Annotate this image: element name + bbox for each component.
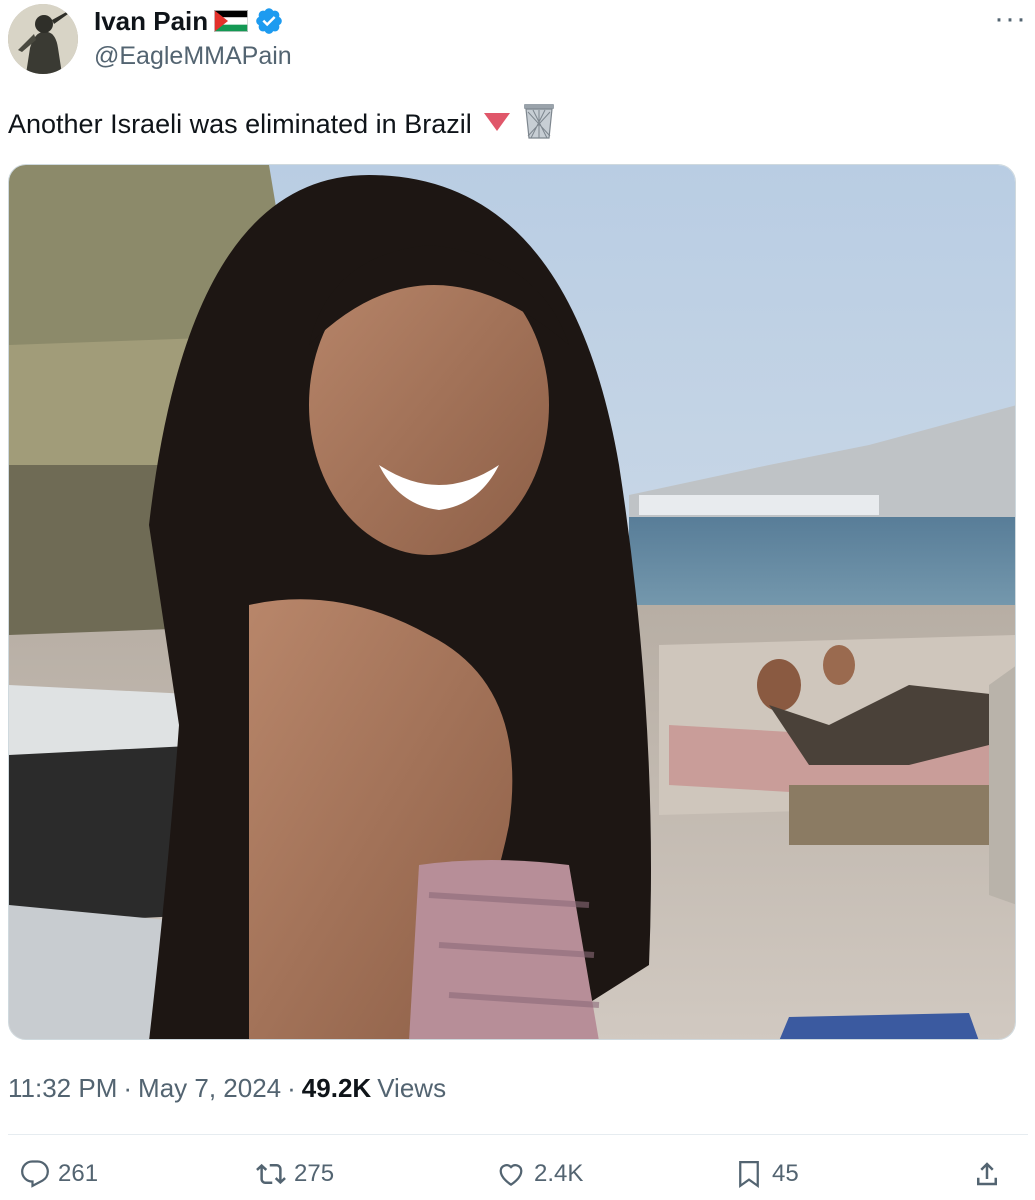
verified-badge-icon <box>254 6 284 36</box>
repost-count: 275 <box>294 1160 335 1187</box>
tweet-header: Ivan Pain @EagleMMAPain ··· <box>0 0 1035 90</box>
action-bar: 261 275 2.4K 45 <box>0 1150 1035 1200</box>
tweet-text: Another Israeli was eliminated in Brazil <box>8 102 556 147</box>
views-label: Views <box>377 1072 447 1103</box>
beach-photo <box>9 165 1015 1039</box>
repost-button[interactable]: 275 <box>256 1156 334 1192</box>
bookmark-count: 45 <box>772 1160 799 1187</box>
red-triangle-down-icon <box>482 109 512 140</box>
reply-button[interactable]: 261 <box>20 1156 98 1192</box>
meta-separator-1: · <box>123 1072 133 1103</box>
author-name-row: Ivan Pain <box>94 4 284 38</box>
like-button[interactable]: 2.4K <box>496 1156 583 1192</box>
bookmark-button[interactable]: 45 <box>734 1156 799 1192</box>
repost-icon <box>256 1163 286 1185</box>
reply-icon <box>21 1160 49 1188</box>
share-icon <box>977 1162 997 1186</box>
avatar[interactable] <box>8 4 78 74</box>
tweet-text-body: Another Israeli was eliminated in Brazil <box>8 108 472 139</box>
tweet-time[interactable]: 11:32 PM <box>8 1073 117 1104</box>
heart-icon <box>499 1164 523 1186</box>
more-options-button[interactable]: ··· <box>994 4 1027 34</box>
author-handle[interactable]: @EagleMMAPain <box>94 42 292 71</box>
author-display-name[interactable]: Ivan Pain <box>94 6 208 37</box>
tweet-date[interactable]: May 7, 2024 <box>138 1073 281 1104</box>
divider <box>8 1134 1028 1135</box>
bookmark-icon <box>739 1161 759 1189</box>
views-count: 49.2K <box>301 1072 372 1103</box>
like-count: 2.4K <box>534 1160 584 1187</box>
palestine-flag-icon <box>214 10 249 32</box>
wastebasket-icon <box>522 102 556 147</box>
reply-count: 261 <box>58 1160 99 1187</box>
tweet-photo[interactable] <box>8 164 1016 1040</box>
share-button[interactable] <box>972 1156 1002 1192</box>
meta-separator-2: · <box>287 1072 296 1103</box>
tweet-metadata: 11:32 PM · May 7, 2024 · 49.2K Views <box>8 1066 446 1110</box>
